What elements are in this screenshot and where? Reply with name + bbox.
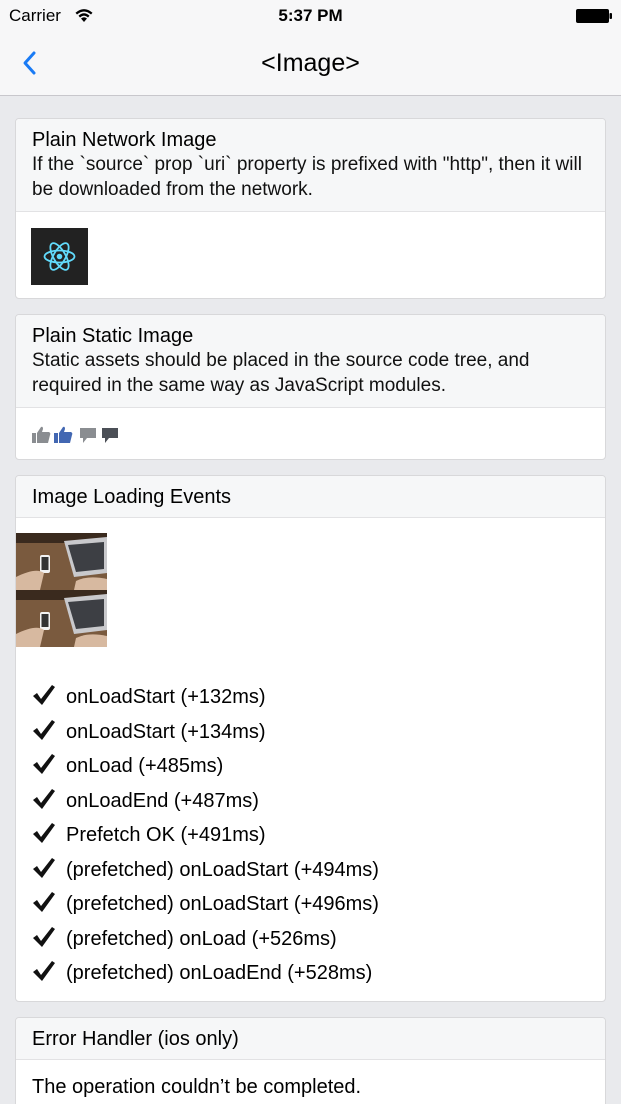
- image-loading-events-card: Image Loading Events onLoadStart (+132ms…: [15, 475, 606, 1002]
- event-log-text: onLoad (+485ms): [66, 755, 224, 777]
- card-title: Plain Network Image: [32, 129, 217, 151]
- checkmark-icon: [33, 926, 55, 947]
- event-log-row: (prefetched) onLoad (+526ms): [32, 922, 379, 957]
- comment-dark-icon: [102, 428, 118, 443]
- card-description: Static assets should be placed in the so…: [32, 350, 530, 396]
- event-log-row: (prefetched) onLoadStart (+494ms): [32, 853, 379, 888]
- card-title: Image Loading Events: [32, 486, 232, 508]
- checkmark-icon: [33, 685, 55, 705]
- event-log-text: onLoadStart (+134ms): [66, 720, 266, 743]
- event-log-row: (prefetched) onLoadEnd (+528ms): [32, 956, 379, 991]
- card-header: Error Handler (ios only): [16, 1018, 605, 1060]
- event-log-text: (prefetched) onLoadEnd (+528ms): [66, 962, 373, 984]
- checkmark-icon: [33, 788, 55, 809]
- error-handler-card: Error Handler (ios only) The operation c…: [15, 1017, 606, 1104]
- card-header: Image Loading Events: [16, 476, 605, 518]
- status-time: 5:37 PM: [278, 6, 343, 25]
- checkmark-icon: [33, 823, 55, 843]
- event-log-text: onLoadStart (+132ms): [66, 686, 266, 708]
- card-description: If the `source` prop `uri` property is p…: [32, 154, 582, 200]
- react-logo-image: [31, 228, 88, 285]
- event-log-row: onLoad (+485ms): [32, 749, 379, 784]
- network-image-card: Plain Network Image If the `source` prop…: [15, 118, 606, 299]
- card-header: Plain Static Image Static assets should …: [16, 315, 605, 408]
- thumbs-up-gray-icon: [32, 426, 51, 443]
- comment-gray-icon: [80, 428, 96, 443]
- event-log: onLoadStart (+132ms) onLoadStart (+134ms)…: [32, 680, 379, 991]
- checkmark-icon: [33, 961, 55, 981]
- navigation-bar: <Image>: [0, 32, 621, 96]
- checkmark-icon: [33, 892, 55, 912]
- event-log-row: onLoadStart (+132ms): [32, 680, 379, 715]
- checkmark-icon: [33, 754, 55, 774]
- react-logo-icon: [43, 242, 76, 271]
- card-title: Plain Static Image: [32, 325, 194, 347]
- event-log-row: Prefetch OK (+491ms): [32, 818, 379, 853]
- card-title: Error Handler (ios only): [32, 1028, 239, 1050]
- thumbs-up-blue-icon: [54, 426, 73, 443]
- loaded-photo: [16, 533, 107, 590]
- event-log-text: (prefetched) onLoadStart (+494ms): [66, 858, 379, 881]
- event-log-text: (prefetched) onLoad (+526ms): [66, 927, 337, 950]
- error-message: The operation couldn’t be completed.: [32, 1076, 362, 1098]
- event-log-text: (prefetched) onLoadStart (+496ms): [66, 893, 379, 915]
- card-header: Plain Network Image If the `source` prop…: [16, 119, 605, 212]
- event-log-text: onLoadEnd (+487ms): [66, 789, 259, 812]
- checkmark-icon: [33, 857, 55, 878]
- event-log-row: onLoadEnd (+487ms): [32, 784, 379, 819]
- event-log-row: (prefetched) onLoadStart (+496ms): [32, 887, 379, 922]
- static-icons-row: [32, 425, 122, 450]
- loaded-photo-prefetched: [16, 590, 107, 647]
- checkmark-icon: [33, 719, 55, 740]
- event-log-text: Prefetch OK (+491ms): [66, 824, 266, 846]
- battery-icon: [576, 9, 612, 23]
- static-image-card: Plain Static Image Static assets should …: [15, 314, 606, 460]
- status-bar: Carrier 5:37 PM: [0, 0, 621, 32]
- event-log-row: onLoadStart (+134ms): [32, 715, 379, 750]
- page-title: <Image>: [261, 49, 360, 77]
